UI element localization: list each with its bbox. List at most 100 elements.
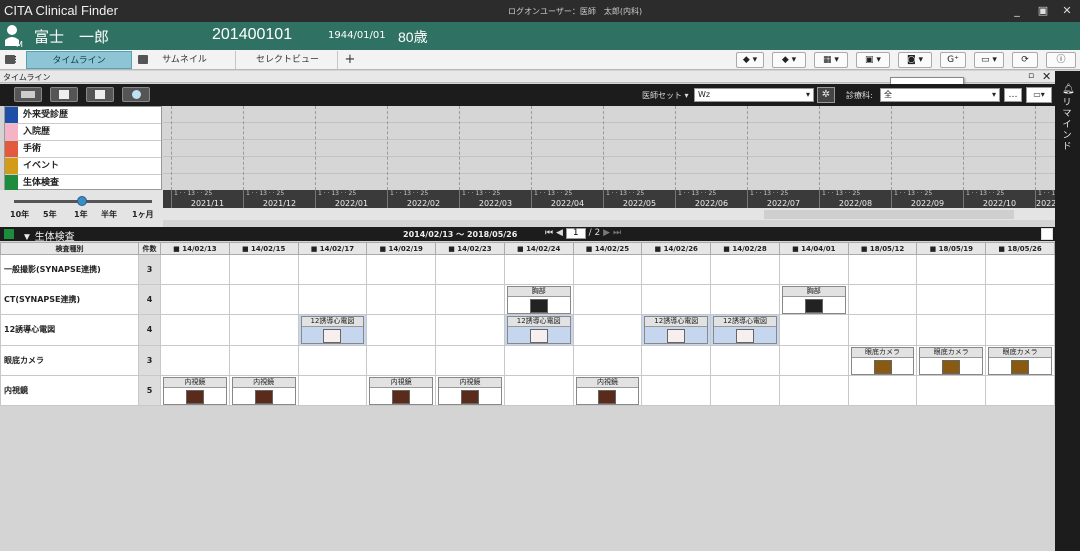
display-dropdown-button[interactable]: ▭▾ [1026, 87, 1052, 103]
exam-thumbnail[interactable]: 眼底カメラ [988, 346, 1052, 375]
timeline-scroll-thumb[interactable] [764, 210, 1014, 219]
zoom-label-10y: 10年 [10, 210, 30, 219]
exam-thumbnail-label: 内視鏡 [164, 377, 226, 388]
panel-restore-icon[interactable]: ▫ [1028, 71, 1034, 81]
exam-thumbnail[interactable]: 内視鏡 [163, 376, 227, 405]
timeline-month-ruler: 1 · · 13 · · 25 2021/11 1 · · 13 · · 25 202… [163, 190, 1076, 208]
exam-cell [366, 284, 437, 316]
remind-char: リ [1062, 98, 1072, 108]
remind-label[interactable]: リマインド [1061, 98, 1073, 153]
exam-thumbnail[interactable]: 胸部 [506, 286, 571, 315]
header-date[interactable]: ■ 14/04/01 [778, 242, 849, 255]
maximize-button[interactable]: ▣ [1034, 2, 1052, 20]
header-date[interactable]: ■ 14/02/19 [366, 242, 437, 255]
exam-thumbnail[interactable]: 内視鏡 [369, 376, 434, 405]
timeline-view-button[interactable] [14, 87, 42, 102]
remind-char: ド [1062, 142, 1072, 152]
exam-thumbnail-label: 胸部 [782, 287, 845, 298]
tab-timeline[interactable]: タイムライン [5, 51, 132, 69]
header-date[interactable]: ■ 18/05/19 [916, 242, 987, 255]
last-page-icon[interactable]: ⏭ [613, 228, 621, 238]
zoom-slider-knob[interactable] [77, 196, 87, 206]
exam-count: 5 [138, 374, 161, 407]
settings-button[interactable]: ✲ [817, 87, 835, 103]
layout-dropdown-button[interactable]: ▦ ▾ [814, 52, 848, 68]
exam-thumbnail-label: 12誘導心電図 [301, 317, 364, 328]
tag-edit-dropdown-button[interactable]: ◆ ▾ [772, 52, 806, 68]
timeline-month-line [603, 106, 604, 190]
exam-image-icon [1011, 359, 1030, 374]
legend-item[interactable]: 外来受診歴 [5, 107, 161, 124]
exam-cell: 内視鏡 [160, 374, 230, 407]
camera-dropdown-button[interactable]: ◙ ▾ [898, 52, 932, 68]
exam-thumbnail[interactable]: 眼底カメラ [919, 346, 984, 375]
legend-item[interactable]: 手術 [5, 141, 161, 158]
timeline-panel-title: タイムライン [3, 73, 51, 82]
header-date[interactable]: ■ 14/02/25 [572, 242, 643, 255]
list-view-button[interactable] [50, 87, 78, 102]
exam-cell [778, 344, 849, 376]
exam-thumbnail[interactable]: 内視鏡 [438, 376, 502, 405]
calendar-view-button[interactable] [86, 87, 114, 102]
month-ticks: 1 · · 13 · · 25 [966, 190, 1005, 197]
first-page-icon[interactable]: ⏮ [545, 228, 553, 238]
exam-section-title[interactable]: ▼ 生体検査 [22, 228, 75, 243]
minimize-button[interactable]: _ [1008, 2, 1026, 20]
history-button[interactable] [122, 87, 150, 102]
info-button[interactable]: ⓘ [1046, 52, 1076, 68]
exam-thumbnail[interactable]: 12誘導心電図 [300, 316, 365, 345]
chevron-down-icon: ▾ [991, 90, 996, 99]
exam-thumbnail[interactable]: 12誘導心電図 [644, 316, 709, 345]
header-date[interactable]: ■ 14/02/15 [228, 242, 299, 255]
exam-cell [916, 253, 987, 286]
view-dropdown-button[interactable]: ▣ ▾ [856, 52, 890, 68]
expand-panel-icon[interactable] [1041, 228, 1053, 240]
header-date[interactable]: ■ 14/02/24 [503, 242, 574, 255]
header-date[interactable]: ■ 14/02/26 [641, 242, 712, 255]
header-date[interactable]: ■ 14/02/13 [160, 242, 230, 255]
legend-item[interactable]: 入院歴 [5, 124, 161, 141]
exam-thumbnail[interactable]: 内視鏡 [575, 376, 640, 405]
timeline-grid[interactable] [163, 106, 1055, 191]
department-value: 全 [884, 90, 892, 99]
exam-thumbnail[interactable]: 12誘導心電図 [506, 316, 571, 345]
refresh-button[interactable]: ⟳ [1012, 52, 1038, 68]
legend-color-swatch [5, 175, 18, 191]
header-date[interactable]: ■ 14/02/23 [435, 242, 505, 255]
patient-id: 201400101 [212, 26, 293, 43]
exam-cell [503, 344, 574, 376]
exam-thumbnail[interactable]: 胸部 [781, 286, 846, 315]
page-current-input[interactable]: 1 [565, 228, 586, 239]
exam-cell: 内視鏡 [572, 374, 643, 407]
tab-thumbnail[interactable]: サムネイル [134, 51, 236, 69]
exam-cell [435, 253, 505, 286]
header-date[interactable]: ■ 14/02/28 [710, 242, 780, 255]
timeline-month-line [459, 106, 460, 190]
timeline-month: 1 · · 13 · · 25 2022/06 [675, 190, 747, 208]
add-tab-button[interactable]: + [342, 51, 358, 69]
remind-char: マ [1062, 109, 1072, 119]
tab-selectview[interactable]: セレクトビュー [238, 51, 338, 69]
google-plus-button[interactable]: G⁺ [940, 52, 966, 68]
monitor-dropdown-button[interactable]: ▭ ▾ [974, 52, 1004, 68]
header-date[interactable]: ■ 18/05/26 [985, 242, 1055, 255]
legend-item[interactable]: イベント [5, 158, 161, 175]
panel-close-icon[interactable]: ✕ [1042, 70, 1051, 83]
doctor-set-select[interactable]: Wz ▾ [694, 88, 814, 102]
exam-category: 内視鏡 [0, 374, 139, 407]
date-label: 14/02/19 [388, 244, 423, 253]
exam-thumbnail[interactable]: 12誘導心電図 [713, 316, 777, 345]
exam-cell [297, 344, 368, 376]
prev-page-icon[interactable]: ◀ [556, 228, 563, 238]
department-select[interactable]: 全 ▾ [880, 88, 1000, 102]
header-date[interactable]: ■ 14/02/17 [297, 242, 368, 255]
header-date[interactable]: ■ 18/05/12 [847, 242, 918, 255]
next-page-icon[interactable]: ▶ [603, 228, 610, 238]
exam-cell [503, 253, 574, 286]
tag-dropdown-button[interactable]: ◆ ▾ [736, 52, 764, 68]
exam-thumbnail[interactable]: 眼底カメラ [850, 346, 915, 375]
bell-icon[interactable]: 🔔︎ [1062, 84, 1075, 95]
exam-thumbnail[interactable]: 内視鏡 [231, 376, 296, 405]
more-button[interactable]: … [1004, 88, 1022, 102]
close-button[interactable]: ✕ [1058, 2, 1076, 20]
